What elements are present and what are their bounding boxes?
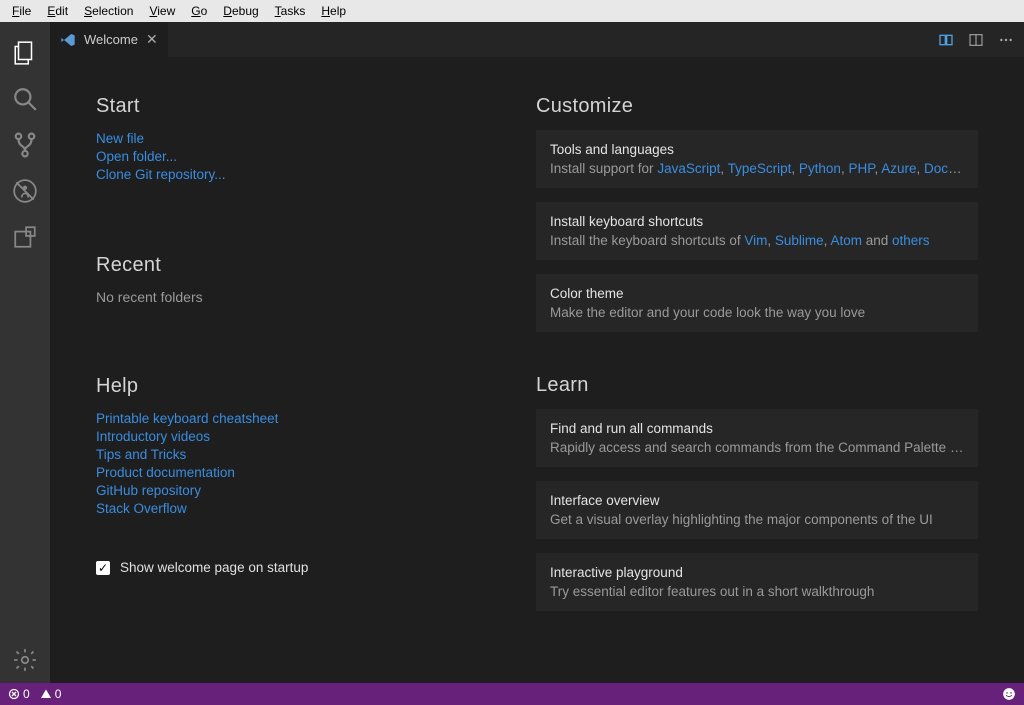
customize-shortcuts-card[interactable]: Install keyboard shortcuts Install the k… (536, 202, 978, 260)
customize-theme-card[interactable]: Color theme Make the editor and your cod… (536, 274, 978, 332)
start-section: Start New file Open folder... Clone Git … (96, 95, 496, 184)
tab-label: Welcome (84, 32, 138, 47)
lang-link-javascript[interactable]: JavaScript (657, 161, 720, 176)
lang-link-azure[interactable]: Azure (881, 161, 916, 176)
start-link-clone-git[interactable]: Clone Git repository... (96, 166, 496, 184)
learn-section: Learn Find and run all commands Rapidly … (536, 374, 978, 611)
customize-tools-card[interactable]: Tools and languages Install support for … (536, 130, 978, 188)
recent-heading: Recent (96, 254, 496, 277)
lang-link-typescript[interactable]: TypeScript (728, 161, 792, 176)
card-sub: Install the keyboard shortcuts of Vim, S… (550, 233, 964, 248)
split-editor-icon[interactable] (968, 32, 984, 48)
checkbox-label: Show welcome page on startup (120, 560, 308, 575)
smiley-icon (1002, 687, 1016, 701)
lang-link-php[interactable]: PHP (848, 161, 874, 176)
menu-edit[interactable]: Edit (39, 2, 76, 20)
help-link-stackoverflow[interactable]: Stack Overflow (96, 500, 496, 518)
help-heading: Help (96, 375, 496, 398)
card-sub: Make the editor and your code look the w… (550, 305, 964, 320)
customize-heading: Customize (536, 95, 978, 118)
warning-icon (40, 688, 52, 700)
warning-count: 0 (55, 687, 62, 701)
tab-bar: Welcome ✕ (50, 22, 1024, 57)
welcome-startup-checkbox-row[interactable]: ✓ Show welcome page on startup (96, 560, 496, 575)
card-sub: Try essential editor features out in a s… (550, 584, 964, 599)
menu-go[interactable]: Go (183, 2, 215, 20)
menu-help[interactable]: Help (313, 2, 354, 20)
learn-heading: Learn (536, 374, 978, 397)
keymap-link-others[interactable]: others (892, 233, 930, 248)
card-title: Tools and languages (550, 142, 964, 157)
menu-debug[interactable]: Debug (215, 2, 266, 20)
status-bar: 0 0 (0, 683, 1024, 705)
help-link-tips[interactable]: Tips and Tricks (96, 446, 496, 464)
card-title: Install keyboard shortcuts (550, 214, 964, 229)
checkbox-icon[interactable]: ✓ (96, 561, 110, 575)
keymap-link-atom[interactable]: Atom (830, 233, 862, 248)
card-sub: Rapidly access and search commands from … (550, 440, 964, 455)
menu-selection[interactable]: Selection (76, 2, 141, 20)
keymap-link-vim[interactable]: Vim (744, 233, 767, 248)
tab-welcome[interactable]: Welcome ✕ (50, 22, 168, 57)
menu-tasks[interactable]: Tasks (267, 2, 314, 20)
help-link-github[interactable]: GitHub repository (96, 482, 496, 500)
recent-section: Recent No recent folders (96, 254, 496, 305)
explorer-icon[interactable] (0, 30, 50, 76)
error-icon (8, 688, 20, 700)
welcome-page: Start New file Open folder... Clone Git … (50, 57, 1024, 683)
lang-link-python[interactable]: Python (799, 161, 841, 176)
learn-overview-card[interactable]: Interface overview Get a visual overlay … (536, 481, 978, 539)
start-link-new-file[interactable]: New file (96, 130, 496, 148)
error-count: 0 (23, 687, 30, 701)
card-sub: Install support for JavaScript, TypeScri… (550, 161, 964, 176)
learn-commands-card[interactable]: Find and run all commands Rapidly access… (536, 409, 978, 467)
debug-icon[interactable] (0, 168, 50, 214)
source-control-icon[interactable] (0, 122, 50, 168)
search-icon[interactable] (0, 76, 50, 122)
card-title: Interactive playground (550, 565, 964, 580)
card-title: Color theme (550, 286, 964, 301)
status-warnings[interactable]: 0 (40, 687, 62, 701)
keymap-link-sublime[interactable]: Sublime (775, 233, 824, 248)
help-link-docs[interactable]: Product documentation (96, 464, 496, 482)
menubar: File Edit Selection View Go Debug Tasks … (0, 0, 1024, 22)
card-title: Interface overview (550, 493, 964, 508)
settings-gear-icon[interactable] (0, 637, 50, 683)
split-diff-icon[interactable] (938, 32, 954, 48)
recent-empty: No recent folders (96, 289, 496, 305)
help-link-videos[interactable]: Introductory videos (96, 428, 496, 446)
customize-section: Customize Tools and languages Install su… (536, 95, 978, 332)
more-icon[interactable] (998, 32, 1014, 48)
menu-view[interactable]: View (141, 2, 183, 20)
card-sub: Get a visual overlay highlighting the ma… (550, 512, 964, 527)
card-title: Find and run all commands (550, 421, 964, 436)
start-link-open-folder[interactable]: Open folder... (96, 148, 496, 166)
menu-file[interactable]: File (4, 2, 39, 20)
help-link-cheatsheet[interactable]: Printable keyboard cheatsheet (96, 410, 496, 428)
start-heading: Start (96, 95, 496, 118)
status-feedback[interactable] (1002, 687, 1016, 701)
activity-bar (0, 22, 50, 683)
vscode-logo-icon (60, 32, 76, 48)
extensions-icon[interactable] (0, 214, 50, 260)
close-icon[interactable]: ✕ (146, 31, 158, 48)
learn-playground-card[interactable]: Interactive playground Try essential edi… (536, 553, 978, 611)
help-section: Help Printable keyboard cheatsheet Intro… (96, 375, 496, 518)
lang-link-docker[interactable]: Dock… (924, 161, 964, 176)
status-errors[interactable]: 0 (8, 687, 30, 701)
